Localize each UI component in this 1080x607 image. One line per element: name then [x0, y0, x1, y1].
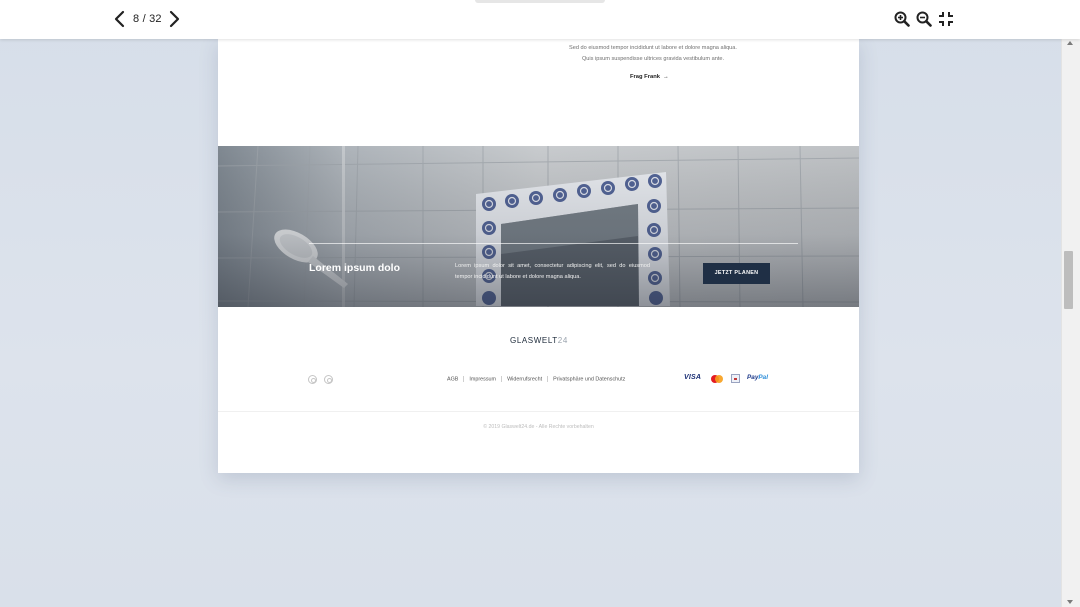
hero-banner: Lorem ipsum dolo Lorem ipsum dolor sit a… [218, 146, 859, 307]
paypal-pay: Pay [747, 374, 759, 381]
jetzt-planen-button[interactable]: JETZT PLANEN [703, 263, 770, 284]
scroll-up-arrow-icon[interactable] [1067, 41, 1073, 45]
brand-logo[interactable]: GLASWELT24 [510, 336, 568, 345]
sofort-logo [731, 374, 740, 383]
intro-line-1: Sed do eiusmod tempor incididunt ut labo… [569, 45, 737, 51]
paypal-logo: PayPal [747, 374, 768, 381]
footer-link-agb[interactable]: AGB [447, 376, 458, 382]
mastercard-logo [711, 375, 723, 383]
brand-name: GLASWELT [510, 336, 558, 345]
intro-line-2: Quis ipsum suspendisse ultrices gravida … [581, 56, 725, 62]
scroll-thumb[interactable] [1064, 251, 1073, 309]
zoom-out-icon [916, 11, 932, 27]
arrow-right-icon: → [662, 74, 669, 80]
banner-title: Lorem ipsum dolo [309, 262, 401, 274]
scroll-down-arrow-icon[interactable] [1067, 600, 1073, 604]
previous-page-button[interactable] [113, 10, 127, 28]
next-page-button[interactable] [167, 10, 181, 28]
intro-text: Sed do eiusmod tempor incididunt ut labo… [558, 43, 748, 65]
footer-link-widerrufsrecht[interactable]: Widerrufsrecht [507, 376, 542, 382]
link-separator [547, 376, 549, 382]
footer-link-datenschutz[interactable]: Privatsphäre und Datenschutz [553, 376, 625, 382]
link-separator [463, 376, 465, 382]
document-page: Sed do eiusmod tempor incididunt ut labo… [218, 39, 859, 473]
frag-frank-link[interactable]: Frag Frank → [630, 74, 669, 80]
zoom-out-button[interactable] [916, 11, 932, 27]
chevron-right-icon [169, 10, 180, 28]
brand-number: 24 [557, 336, 568, 345]
vertical-scrollbar[interactable] [1061, 39, 1080, 607]
frag-frank-label: Frag Frank [630, 74, 660, 80]
footer-links: AGB Impressum Widerrufsrecht Privatsphäre u… [447, 376, 625, 382]
pinterest-icon[interactable] [324, 375, 333, 384]
toolbar-notch [475, 0, 605, 3]
zoom-in-icon [894, 11, 910, 27]
banner-divider [309, 243, 798, 244]
chevron-left-icon [114, 10, 125, 28]
exit-fullscreen-button[interactable] [938, 11, 954, 27]
viewer-toolbar: 8 / 32 [0, 0, 1080, 39]
zoom-in-button[interactable] [894, 11, 910, 27]
instagram-icon[interactable] [308, 375, 317, 384]
paypal-pal: Pal [758, 374, 768, 381]
footer-divider [218, 411, 859, 412]
banner-text: Lorem ipsum dolor sit amet, consectetur … [455, 263, 650, 280]
exit-fullscreen-icon [939, 12, 953, 26]
visa-logo: VISA [684, 374, 702, 381]
footer-link-impressum[interactable]: Impressum [469, 376, 496, 382]
page-counter: 8 / 32 [133, 13, 162, 25]
link-separator [501, 376, 503, 382]
copyright-text: © 2019 Glaswelt24.de - Alle Rechte vorbe… [483, 424, 594, 430]
mastercard-circle-orange [715, 375, 723, 383]
